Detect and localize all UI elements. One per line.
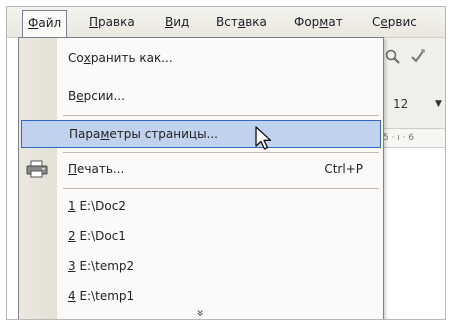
print-label-suffix: ечать... <box>77 162 125 176</box>
recent-file-1-label: 1 E:\Doc2 <box>68 192 126 220</box>
print-accelerator: П <box>68 162 78 176</box>
recent-file-2-accelerator: 2 <box>68 229 76 243</box>
recent-file-2-path: E:\Doc1 <box>75 229 126 243</box>
menu-item-print[interactable]: Печать... Ctrl+P <box>19 155 383 183</box>
menu-file[interactable]: Файл <box>22 10 68 37</box>
menu-edit-accelerator: П <box>89 15 99 29</box>
recent-file-2-label: 2 E:\Doc1 <box>68 222 126 250</box>
print-shortcut: Ctrl+P <box>324 162 363 176</box>
recent-file-1-path: E:\Doc2 <box>75 199 126 213</box>
save-as-label-suffix: ранить как... <box>90 51 173 65</box>
recent-file-3-path: E:\temp2 <box>75 259 135 273</box>
horizontal-ruler: 5 · ı · 6 <box>383 128 445 148</box>
menu-view-accelerator: В <box>165 15 174 29</box>
menu-item-save-as[interactable]: Сохранить как... <box>19 44 383 72</box>
font-size-field[interactable]: 12 <box>393 95 429 113</box>
menu-tools-accelerator: е <box>380 15 388 29</box>
page-setup-label-suffix: етры страницы... <box>109 127 218 141</box>
menu-separator <box>63 152 379 153</box>
mouse-cursor-icon <box>254 126 274 152</box>
printer-icon <box>26 160 48 178</box>
page-setup-label-prefix: Пара <box>69 127 101 141</box>
recent-file-2[interactable]: 2 E:\Doc1 <box>19 222 383 250</box>
menu-item-page-setup-label: Параметры страницы... <box>69 121 218 149</box>
menu-format[interactable]: Формат <box>294 7 343 37</box>
expand-menu-glyph: » <box>194 309 208 317</box>
recent-file-1[interactable]: 1 E:\Doc2 <box>19 192 383 220</box>
menu-file-accelerator: Ф <box>28 16 39 30</box>
file-menu-dropdown: Сохранить как... Версии... Параметры стр… <box>18 37 384 319</box>
menu-item-print-label: Печать... <box>68 155 124 183</box>
preview-icon[interactable] <box>385 49 401 69</box>
menu-bar: Файл Правка Вид Вставка Формат Сервис <box>7 7 445 38</box>
menu-item-save-as-label: Сохранить как... <box>68 44 173 72</box>
recent-file-4-accelerator: 4 <box>68 289 76 303</box>
menu-edit[interactable]: Правка <box>89 7 135 37</box>
save-as-accelerator: х <box>83 51 91 65</box>
font-size-dropdown-arrow-icon[interactable]: ▼ <box>435 95 442 113</box>
menu-separator <box>63 188 379 189</box>
menu-insert-label-prefix: Вст <box>216 15 238 29</box>
menu-tools[interactable]: Сервис <box>372 7 417 37</box>
menu-format-label: ат <box>328 15 343 29</box>
menu-item-page-setup[interactable]: Параметры страницы... <box>21 120 381 148</box>
save-as-label-prefix: Со <box>68 51 84 65</box>
recent-file-3-label: 3 E:\temp2 <box>68 252 134 280</box>
spelling-icon[interactable] <box>409 47 427 69</box>
menu-format-label-prefix: Фор <box>294 15 320 29</box>
versions-label-suffix: рсии... <box>83 89 125 103</box>
recent-file-3-accelerator: 3 <box>68 259 76 273</box>
menu-format-accelerator: м <box>319 15 329 29</box>
menu-tools-label: рвис <box>387 15 417 29</box>
application-window: Файл Правка Вид Вставка Формат Сервис 12… <box>6 6 446 320</box>
menu-insert-label: вка <box>245 15 267 29</box>
menu-edit-label: равка <box>98 15 135 29</box>
menu-item-versions-label: Версии... <box>68 82 125 110</box>
menu-view-label: ид <box>173 15 190 29</box>
recent-file-1-accelerator: 1 <box>68 199 76 213</box>
menu-item-versions[interactable]: Версии... <box>19 82 383 110</box>
recent-file-4-path: E:\temp1 <box>75 289 135 303</box>
recent-file-3[interactable]: 3 E:\temp2 <box>19 252 383 280</box>
versions-label-prefix: В <box>68 89 77 103</box>
menu-separator <box>63 115 379 116</box>
menu-insert[interactable]: Вставка <box>216 7 267 37</box>
menu-file-label: айл <box>38 16 62 30</box>
versions-accelerator: е <box>76 89 84 103</box>
menu-view[interactable]: Вид <box>165 7 189 37</box>
expand-menu-chevron-icon[interactable]: » <box>19 305 383 319</box>
